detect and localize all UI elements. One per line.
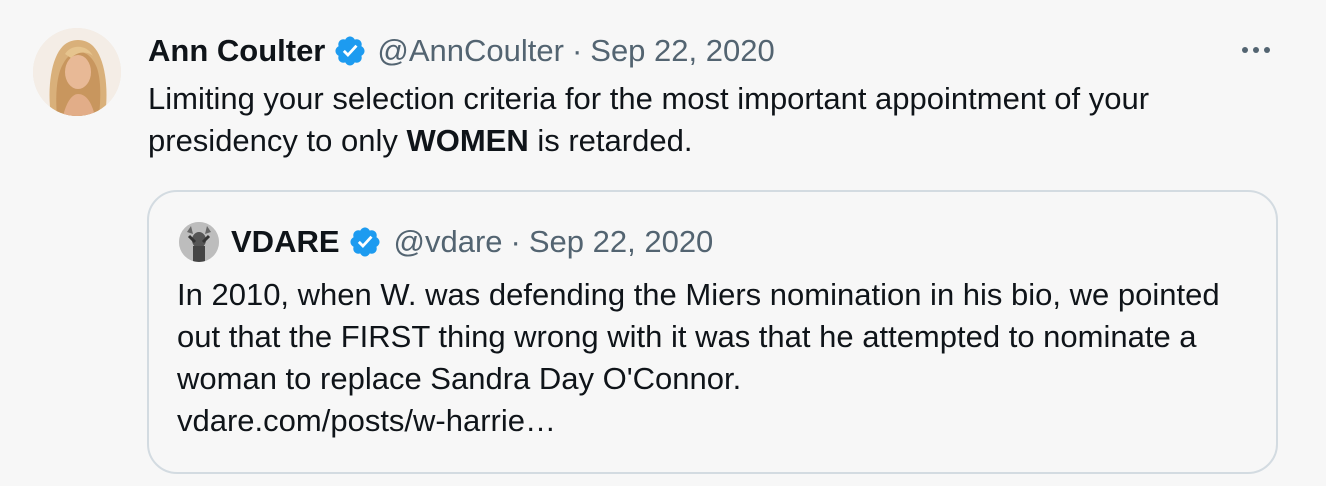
quoted-text-body: In 2010, when W. was defending the Miers… (177, 277, 1220, 396)
avatar-image (33, 28, 121, 116)
quoted-tweet-header: VDARE @vdare · Sep 22, 2020 (231, 220, 713, 264)
separator: · (510, 224, 521, 259)
quoted-tweet-text: In 2010, when W. was defending the Miers… (177, 274, 1257, 442)
author-handle[interactable]: @AnnCoulter (377, 33, 564, 69)
author-avatar[interactable] (33, 28, 121, 116)
separator: · (571, 33, 583, 68)
tweet-date[interactable]: Sep 22, 2020 (590, 33, 774, 69)
verified-badge-icon (348, 225, 382, 259)
verified-badge-icon (333, 34, 367, 68)
more-icon[interactable] (1236, 34, 1276, 66)
quoted-author-name: VDARE (231, 224, 340, 259)
quoted-tweet-date: Sep 22, 2020 (528, 224, 714, 259)
quoted-avatar-image (179, 222, 219, 262)
tweet-text: Limiting your selection criteria for the… (148, 78, 1298, 162)
quoted-author-avatar (179, 222, 219, 262)
tweet-text-end: is retarded. (528, 123, 693, 158)
tweet[interactable]: Ann Coulter @AnnCoulter · Sep 22, 2020 L… (0, 0, 1326, 486)
quoted-link[interactable]: vdare.com/posts/w-harrie… (177, 403, 556, 438)
tweet-header: Ann Coulter @AnnCoulter · Sep 22, 2020 (148, 28, 775, 74)
quoted-author-handle: @vdare (393, 224, 503, 259)
quoted-tweet[interactable]: VDARE @vdare · Sep 22, 2020 In 2010, whe… (147, 190, 1278, 474)
tweet-text-bold: WOMEN (406, 123, 529, 158)
author-name[interactable]: Ann Coulter (148, 33, 325, 69)
